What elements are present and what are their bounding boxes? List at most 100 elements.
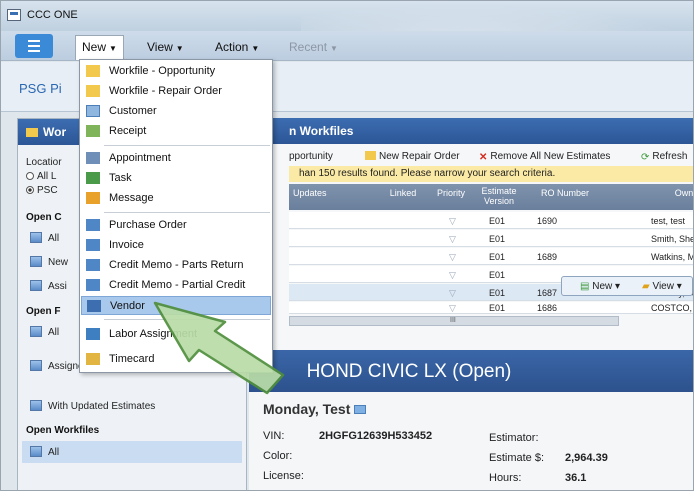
new-repair-order-button[interactable]: New Repair Order bbox=[365, 151, 460, 162]
radio-checked-icon bbox=[26, 186, 34, 194]
folder-icon bbox=[365, 151, 376, 160]
column-header[interactable]: Priority bbox=[429, 188, 473, 198]
radio-icon bbox=[26, 172, 34, 180]
priority-flag-icon: ▽ bbox=[449, 270, 456, 280]
title-bar: CCC ONE bbox=[1, 1, 693, 45]
menu-item-appointment[interactable]: Appointment bbox=[81, 149, 271, 168]
task-icon bbox=[86, 172, 100, 184]
calendar-icon bbox=[86, 152, 100, 164]
priority-flag-icon: ▽ bbox=[449, 288, 456, 298]
menu-view[interactable]: View ▼ bbox=[147, 40, 184, 54]
workspace-tab-psg[interactable]: PSG Pi bbox=[19, 81, 62, 96]
filter-icon bbox=[30, 400, 42, 411]
remove-estimates-button[interactable]: ✕ Remove All New Estimates bbox=[479, 151, 610, 163]
filter-icon bbox=[30, 256, 42, 267]
search-warning-banner: han 150 results found. Please narrow you… bbox=[289, 166, 693, 182]
table-row[interactable]: ▽ E01 1689 Watkins, M bbox=[289, 248, 693, 265]
menu-item-credit-memo-partial-credit[interactable]: Credit Memo - Partial Credit bbox=[81, 276, 271, 295]
popup-view-button[interactable]: ▰ View ▾ bbox=[642, 281, 682, 292]
filter-row[interactable]: All bbox=[22, 441, 242, 463]
menu-item-workfile-opportunity[interactable]: Workfile - Opportunity bbox=[81, 62, 271, 81]
document-icon bbox=[86, 259, 100, 271]
labor-icon bbox=[86, 328, 100, 340]
chevron-down-icon: ▼ bbox=[109, 44, 117, 53]
menu-new[interactable]: New ▼ bbox=[75, 35, 124, 60]
column-header[interactable]: Estimate Version bbox=[479, 186, 519, 206]
location-label: Locatior bbox=[26, 157, 62, 168]
vendor-icon bbox=[87, 300, 101, 312]
column-header[interactable]: Linked bbox=[381, 188, 425, 198]
refresh-button[interactable]: ⟳ Refresh bbox=[641, 151, 687, 163]
contact-card-icon[interactable] bbox=[354, 405, 367, 414]
table-row[interactable]: ▽ E01 1690 test, test bbox=[289, 212, 693, 229]
customer-card-icon bbox=[86, 105, 100, 117]
table-row[interactable]: ▽ E01 Smith, Shel bbox=[289, 230, 693, 247]
column-header[interactable]: RO Number bbox=[525, 188, 605, 198]
app-title: CCC ONE bbox=[27, 9, 78, 21]
menu-item-vendor[interactable]: Vendor bbox=[81, 296, 271, 315]
scroll-grip[interactable]: III bbox=[450, 317, 460, 325]
section-open-workfiles: Open Workfiles bbox=[26, 425, 100, 436]
menu-item-credit-memo-parts-return[interactable]: Credit Memo - Parts Return bbox=[81, 256, 271, 275]
menu-item-invoice[interactable]: Invoice bbox=[81, 236, 271, 255]
folder-icon bbox=[86, 85, 100, 97]
row-action-popup: ▤ New ▾ ▰ View ▾ bbox=[561, 276, 693, 296]
column-header[interactable]: Updates bbox=[289, 188, 375, 198]
chevron-down-icon: ▼ bbox=[251, 44, 260, 53]
menu-item-task[interactable]: Task bbox=[81, 169, 271, 188]
column-header[interactable]: Own bbox=[669, 188, 693, 198]
menu-item-receipt[interactable]: Receipt bbox=[81, 122, 271, 141]
menu-item-message[interactable]: Message bbox=[81, 189, 271, 208]
workfiles-panel: n Workfiles pportunity New Repair Order … bbox=[249, 118, 693, 490]
workfiles-header: n Workfiles bbox=[249, 118, 693, 144]
location-radio-all[interactable]: All L bbox=[26, 171, 56, 182]
folder-icon: ▰ bbox=[642, 281, 653, 292]
hamburger-menu-button[interactable] bbox=[15, 34, 53, 58]
workfiles-toolbar: pportunity New Repair Order ✕ Remove All … bbox=[249, 148, 693, 166]
receipt-icon bbox=[86, 125, 100, 137]
chevron-down-icon: ▼ bbox=[175, 44, 184, 53]
menu-item-purchase-order[interactable]: Purchase Order bbox=[81, 216, 271, 235]
folder-icon bbox=[26, 128, 38, 137]
filter-icon bbox=[30, 280, 42, 291]
menu-item-customer[interactable]: Customer bbox=[81, 102, 271, 121]
priority-flag-icon: ▽ bbox=[449, 303, 456, 313]
menu-recent[interactable]: Recent ▼ bbox=[289, 40, 338, 54]
location-radio-psg[interactable]: PSC bbox=[26, 185, 58, 196]
priority-flag-icon: ▽ bbox=[449, 216, 456, 226]
document-icon bbox=[86, 219, 100, 231]
menu-action[interactable]: Action ▼ bbox=[215, 40, 259, 54]
document-icon bbox=[86, 239, 100, 251]
customer-name: Monday, Test bbox=[263, 401, 367, 417]
filter-icon bbox=[30, 360, 42, 371]
menu-item-workfile-repair-order[interactable]: Workfile - Repair Order bbox=[81, 82, 271, 101]
table-row[interactable]: ▽ E01 1686 COSTCO, M bbox=[289, 302, 693, 314]
filter-icon bbox=[30, 446, 42, 457]
new-menu-dropdown: Workfile - Opportunity Workfile - Repair… bbox=[79, 59, 273, 373]
vehicle-header: 2015 HOND CIVIC LX (Open) bbox=[249, 350, 693, 392]
menu-item-timecard[interactable]: Timecard bbox=[81, 350, 271, 369]
workfiles-grid-header: Updates Linked Priority Estimate Version… bbox=[289, 184, 693, 210]
filter-row[interactable]: With Updated Estimates bbox=[22, 395, 242, 417]
workfile-detail: Monday, Test VIN: 2HGFG12639H533452 Colo… bbox=[249, 392, 693, 490]
refresh-icon: ⟳ bbox=[641, 152, 650, 163]
section-open-c: Open C bbox=[26, 212, 62, 223]
app-window: CCC ONE New ▼ View ▼ Action ▼ Recent ▼ PSG P… bbox=[0, 0, 694, 491]
remove-x-icon: ✕ bbox=[479, 152, 488, 163]
document-icon bbox=[86, 279, 100, 291]
menu-bar: New ▼ View ▼ Action ▼ Recent ▼ bbox=[1, 31, 693, 61]
new-opportunity-button[interactable]: pportunity bbox=[289, 151, 333, 162]
grid-horizontal-scrollbar[interactable]: III bbox=[289, 316, 619, 326]
vehicle-title: HOND CIVIC LX (Open) bbox=[306, 361, 512, 382]
new-icon: ▤ bbox=[580, 281, 593, 292]
menu-item-labor-assignment[interactable]: Labor Assignment bbox=[81, 325, 271, 344]
filter-icon bbox=[30, 326, 42, 337]
timecard-icon bbox=[86, 353, 100, 365]
filter-icon bbox=[30, 232, 42, 243]
message-icon bbox=[86, 192, 100, 204]
priority-flag-icon: ▽ bbox=[449, 252, 456, 262]
popup-new-button[interactable]: ▤ New ▾ bbox=[580, 281, 620, 292]
priority-flag-icon: ▽ bbox=[449, 234, 456, 244]
section-open-f: Open F bbox=[26, 306, 61, 317]
folder-icon bbox=[86, 65, 100, 77]
